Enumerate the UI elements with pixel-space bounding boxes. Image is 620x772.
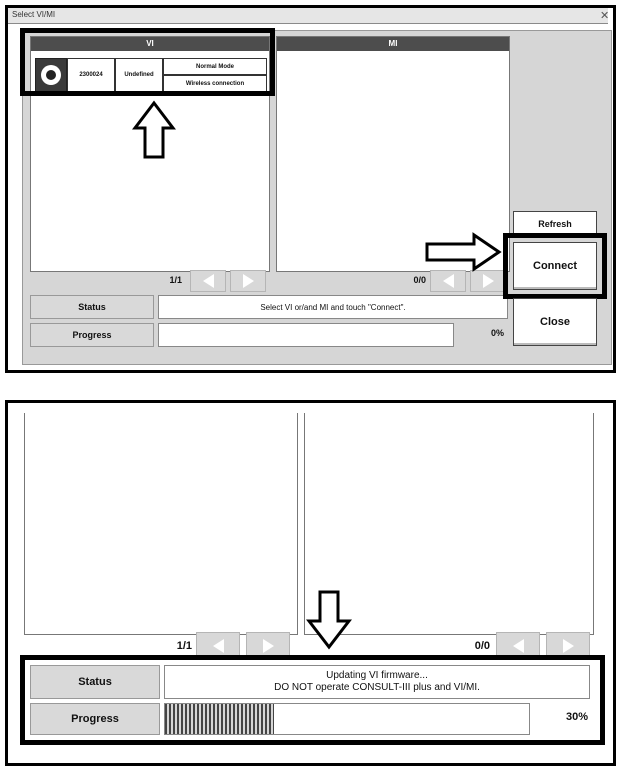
vi-list-panel[interactable]	[24, 413, 298, 635]
status-message: Select VI or/and MI and touch "Connect".	[158, 295, 508, 319]
vi-pager: 1/1	[176, 640, 192, 652]
window-title: Select VI/MI	[12, 10, 56, 19]
progress-percent: 0%	[490, 328, 504, 338]
vi-next-button[interactable]	[230, 270, 266, 292]
status-progress-highlight-box	[20, 655, 605, 745]
chevron-right-icon	[242, 274, 254, 288]
status-label: Status	[30, 295, 154, 319]
chevron-left-icon	[202, 274, 214, 288]
vi-prev-button[interactable]	[190, 270, 226, 292]
chevron-right-icon	[562, 639, 574, 653]
close-button[interactable]: Close	[513, 298, 597, 346]
outline-arrow-up-icon	[132, 100, 176, 159]
chevron-left-icon	[442, 274, 454, 288]
bottom-screenshot: 1/1 0/0 Status Updating VI firmware... D…	[5, 400, 616, 766]
window-title-bar: Select VI/MI	[8, 8, 608, 24]
mi-panel-header: MI	[277, 37, 509, 51]
top-screenshot: Select VI/MI ✕ VI 2300024 Undefined Norm…	[5, 5, 616, 373]
vi-pager: 1/1	[169, 275, 182, 285]
chevron-left-icon	[512, 639, 524, 653]
connect-highlight-box	[503, 233, 607, 299]
outline-arrow-right-icon	[425, 232, 502, 272]
chevron-left-icon	[212, 639, 224, 653]
mi-next-button[interactable]	[470, 270, 506, 292]
mi-prev-button[interactable]	[430, 270, 466, 292]
progress-bar	[158, 323, 454, 347]
vi-highlight-box	[20, 28, 275, 96]
chevron-right-icon	[262, 639, 274, 653]
outline-arrow-down-icon	[306, 590, 352, 650]
mi-pager: 0/0	[474, 640, 490, 652]
window-close-icon[interactable]: ✕	[600, 10, 612, 22]
mi-pager: 0/0	[413, 275, 426, 285]
progress-label: Progress	[30, 323, 154, 347]
chevron-right-icon	[482, 274, 494, 288]
